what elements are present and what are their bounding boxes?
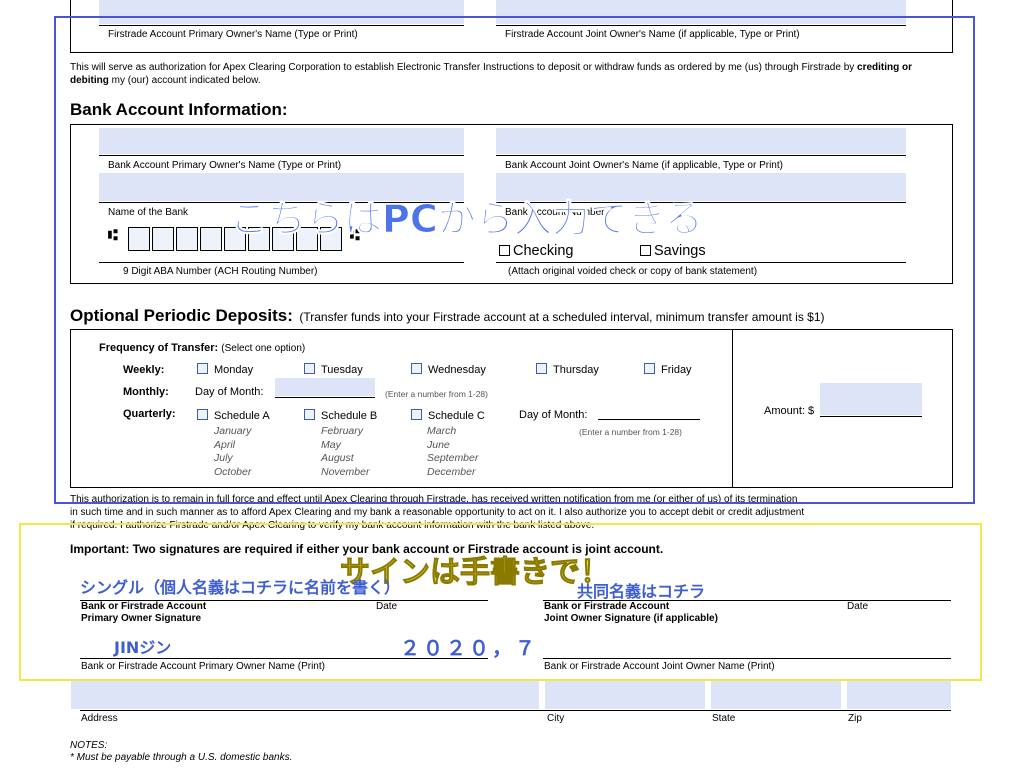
address-field[interactable] — [71, 681, 539, 709]
joint-annotation: 共同名義はコチラ — [577, 582, 706, 601]
notes: NOTES: * Must be payable through a U.S. … — [70, 740, 293, 763]
name-example: JINジン — [114, 638, 172, 657]
zip-label: Zip — [848, 713, 862, 724]
zip-field[interactable] — [847, 681, 951, 709]
blue-highlight-frame — [54, 16, 975, 504]
date-example: ２０２０，７ — [400, 636, 538, 660]
state-field[interactable] — [711, 681, 841, 709]
address-label: Address — [81, 713, 118, 724]
single-annotation: シングル（個人名義はコチラに名前を書く） — [80, 578, 401, 597]
pc-input-annotation: こちらはPCから入力できる — [230, 197, 704, 242]
city-label: City — [547, 713, 565, 724]
city-field[interactable] — [545, 681, 705, 709]
state-label: State — [712, 713, 736, 724]
